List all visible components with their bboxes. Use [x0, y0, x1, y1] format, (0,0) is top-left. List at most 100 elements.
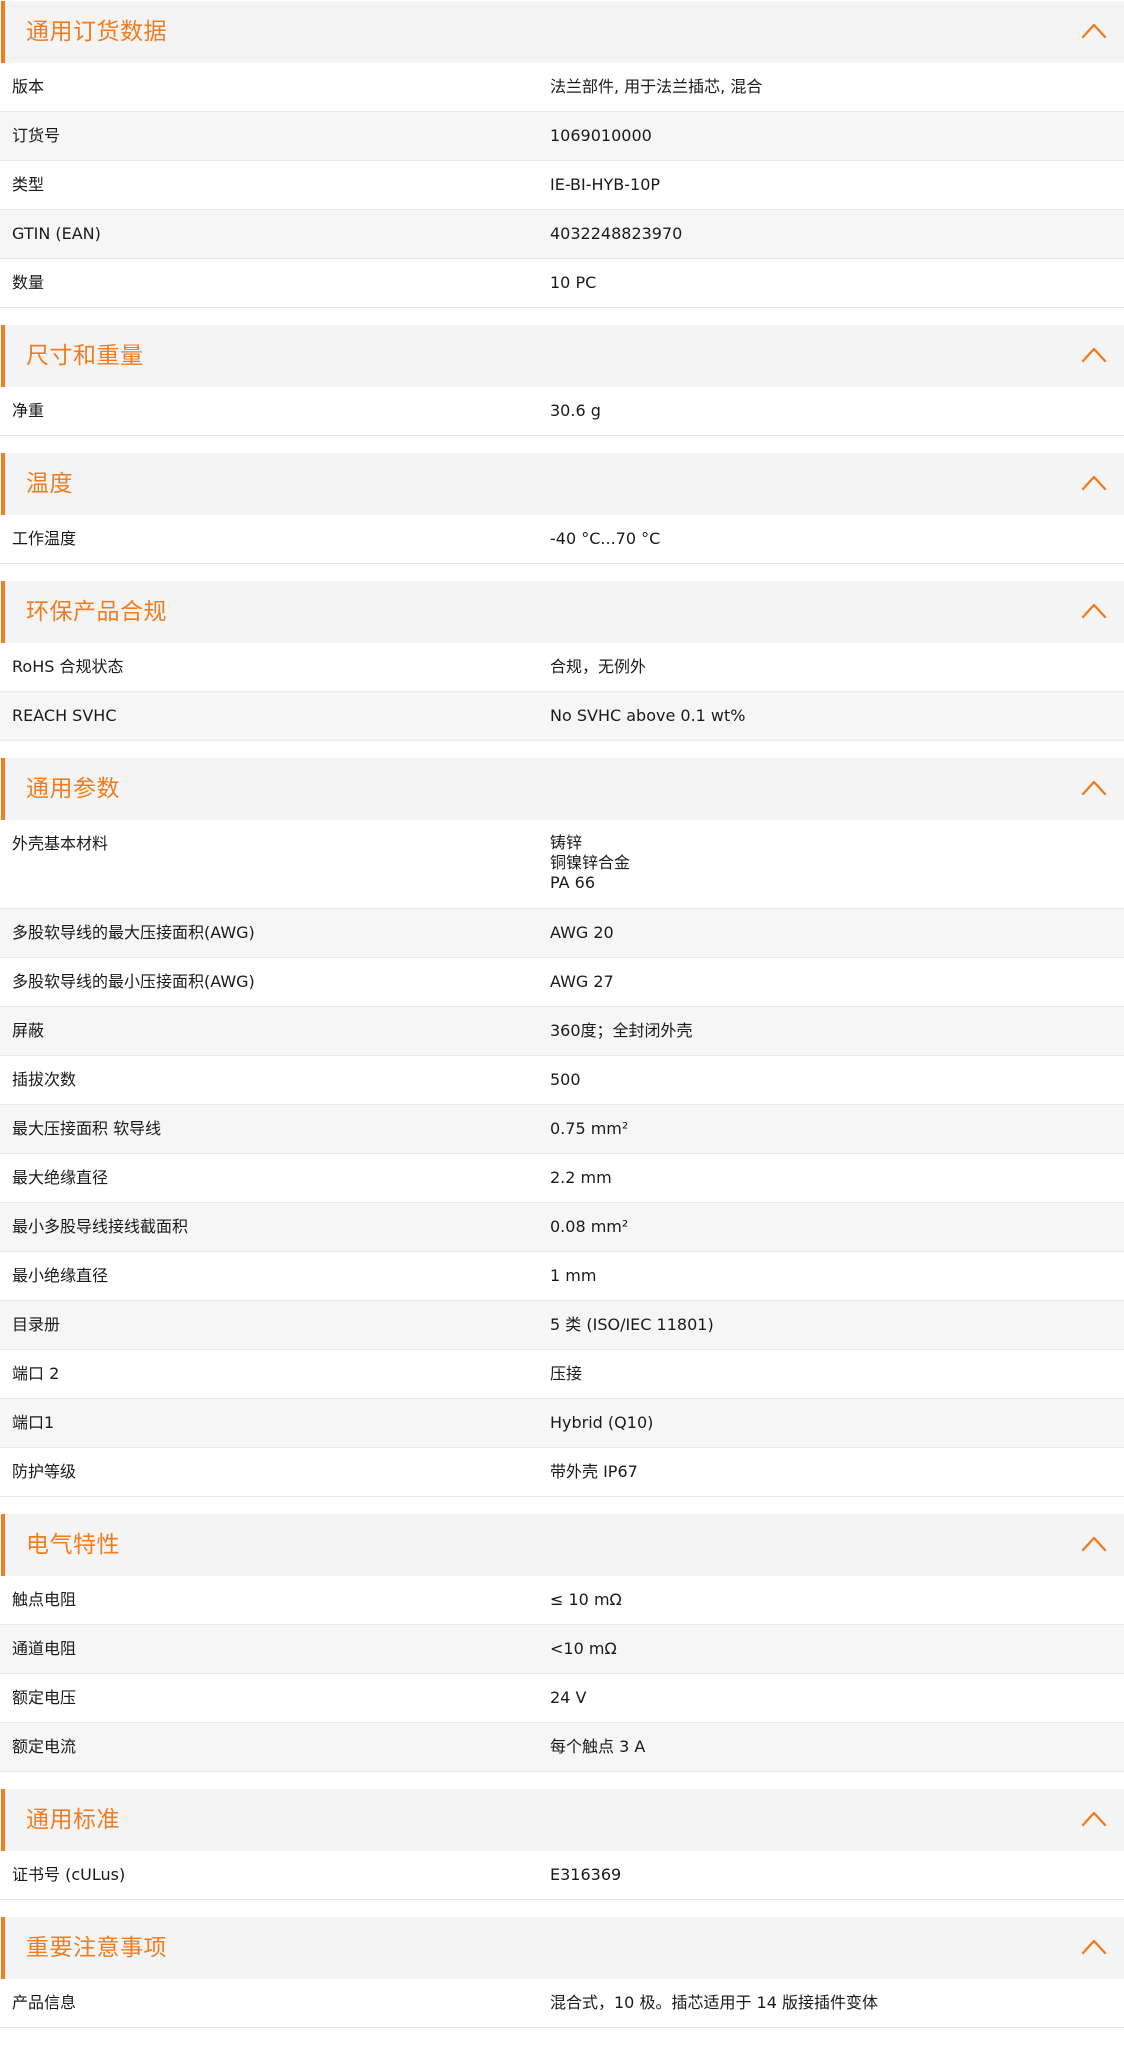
chevron-up-icon[interactable] — [1080, 19, 1108, 43]
spec-section: 温度工作温度 -40 °C...70 °C — [0, 453, 1124, 564]
spec-label: 类型 — [12, 175, 45, 194]
spec-row: 最大压接面积 软导线 0.75 mm² — [0, 1105, 1124, 1154]
section-header[interactable]: 环保产品合规 — [1, 581, 1124, 643]
spec-row: 防护等级 带外壳 IP67 — [0, 1448, 1124, 1497]
spec-section: 尺寸和重量净重 30.6 g — [0, 325, 1124, 436]
spec-row: 数量 10 PC — [0, 259, 1124, 308]
spec-label: 多股软导线的最大压接面积(AWG) — [12, 923, 255, 942]
spec-row: 最小绝缘直径 1 mm — [0, 1252, 1124, 1301]
chevron-up-icon[interactable] — [1080, 343, 1108, 367]
section-title: 尺寸和重量 — [26, 343, 144, 369]
spec-row: RoHS 合规状态 合规，无例外 — [0, 643, 1124, 692]
spec-value: <10 mΩ — [550, 1639, 617, 1658]
spec-value: 24 V — [550, 1688, 587, 1707]
spec-value: 360度；全封闭外壳 — [550, 1021, 693, 1040]
spec-value: E316369 — [550, 1865, 622, 1884]
spec-section: 重要注意事项 产品信息 混合式，10 极。插芯适用于 14 版接插件变体 — [0, 1917, 1124, 2028]
spec-section: 电气特性 触点电阻 ≤ 10 mΩ 通道电阻 <10 mΩ 额定电压 24 V 额定电流 每个触… — [0, 1514, 1124, 1772]
spec-row: 额定电流 每个触点 3 A — [0, 1723, 1124, 1772]
spec-row: REACH SVHC No SVHC above 0.1 wt% — [0, 692, 1124, 741]
section-header[interactable]: 重要注意事项 — [1, 1917, 1124, 1979]
spec-value: 5 类 (ISO/IEC 11801) — [550, 1315, 714, 1334]
spec-section: 环保产品合规 RoHS 合规状态 合规，无例外 REACH SVHC No SVHC a… — [0, 581, 1124, 741]
spec-value: 30.6 g — [550, 401, 601, 420]
spec-value: Hybrid (Q10) — [550, 1413, 654, 1432]
spec-value: 法兰部件, 用于法兰插芯, 混合 — [550, 77, 763, 96]
spec-row: 最小多股导线接线截面积 0.08 mm² — [0, 1203, 1124, 1252]
spec-label: GTIN (EAN) — [12, 224, 101, 243]
chevron-up-icon[interactable] — [1080, 1935, 1108, 1959]
spec-label: 版本 — [12, 77, 45, 96]
section-header[interactable]: 温度 — [1, 453, 1124, 515]
spec-value: -40 °C...70 °C — [550, 529, 661, 548]
spec-value: 每个触点 3 A — [550, 1737, 646, 1756]
spec-label: 净重 — [12, 401, 45, 420]
section-title: 重要注意事项 — [26, 1935, 167, 1961]
spec-label: 额定电流 — [12, 1737, 77, 1756]
spec-row: 版本 法兰部件, 用于法兰插芯, 混合 — [0, 63, 1124, 112]
spec-value: 1 mm — [550, 1266, 597, 1285]
spec-section: 通用标准 证书号 (cULus) E316369 — [0, 1789, 1124, 1900]
section-header[interactable]: 通用订货数据 — [1, 1, 1124, 63]
spec-value: 500 — [550, 1070, 581, 1089]
spec-value: IE-BI-HYB-10P — [550, 175, 661, 194]
chevron-up-icon[interactable] — [1080, 1807, 1108, 1831]
spec-value: 1069010000 — [550, 126, 652, 145]
spec-label: 最小绝缘直径 — [12, 1266, 109, 1285]
spec-row: 端口 2 压接 — [0, 1350, 1124, 1399]
spec-label: 订货号 — [12, 126, 61, 145]
spec-row: 净重 30.6 g — [0, 387, 1124, 436]
spec-row: 类型 IE-BI-HYB-10P — [0, 161, 1124, 210]
section-title: 电气特性 — [26, 1532, 120, 1558]
spec-label: RoHS 合规状态 — [12, 657, 124, 676]
section-title: 温度 — [26, 471, 73, 497]
spec-value: 合规，无例外 — [550, 657, 647, 676]
section-header[interactable]: 通用参数 — [1, 758, 1124, 820]
spec-section: 通用参数 外壳基本材料 铸锌 铜镍锌合金 PA 66 多股软导线的最大压接面积(AWG) A… — [0, 758, 1124, 1497]
spec-row: 目录册 5 类 (ISO/IEC 11801) — [0, 1301, 1124, 1350]
spec-label: 数量 — [12, 273, 45, 292]
section-header[interactable]: 尺寸和重量 — [1, 325, 1124, 387]
section-title: 环保产品合规 — [26, 599, 167, 625]
section-header[interactable]: 通用标准 — [1, 1789, 1124, 1851]
section-header[interactable]: 电气特性 — [1, 1514, 1124, 1576]
spec-label: REACH SVHC — [12, 706, 117, 725]
spec-sheet: 通用订货数据版本 法兰部件, 用于法兰插芯, 混合订货号 1069010000 类型 I… — [0, 0, 1124, 2028]
section-title: 通用订货数据 — [26, 19, 167, 45]
spec-value-line: PA 66 — [550, 873, 596, 892]
spec-label: 插拔次数 — [12, 1070, 77, 1089]
spec-value: 2.2 mm — [550, 1168, 612, 1187]
spec-row: 多股软导线的最大压接面积(AWG) AWG 20 — [0, 909, 1124, 958]
spec-section: 通用订货数据版本 法兰部件, 用于法兰插芯, 混合订货号 1069010000 类型 I… — [0, 1, 1124, 308]
spec-value: 0.75 mm² — [550, 1119, 629, 1138]
spec-label: 额定电压 — [12, 1688, 77, 1707]
chevron-up-icon[interactable] — [1080, 1532, 1108, 1556]
spec-label: 防护等级 — [12, 1462, 77, 1481]
spec-row: 触点电阻 ≤ 10 mΩ — [0, 1576, 1124, 1625]
spec-row: GTIN (EAN) 4032248823970 — [0, 210, 1124, 259]
spec-row: 多股软导线的最小压接面积(AWG) AWG 27 — [0, 958, 1124, 1007]
spec-label: 屏蔽 — [12, 1021, 45, 1040]
spec-value: ≤ 10 mΩ — [550, 1590, 622, 1609]
spec-row: 证书号 (cULus) E316369 — [0, 1851, 1124, 1900]
spec-value-line: 铸锌 — [550, 833, 583, 852]
spec-value: 4032248823970 — [550, 224, 683, 243]
spec-label: 产品信息 — [12, 1993, 77, 2012]
spec-label: 端口1 — [12, 1413, 55, 1432]
spec-row: 屏蔽 360度；全封闭外壳 — [0, 1007, 1124, 1056]
spec-row: 插拔次数 500 — [0, 1056, 1124, 1105]
spec-label: 端口 2 — [12, 1364, 60, 1383]
chevron-up-icon[interactable] — [1080, 776, 1108, 800]
spec-value-line: 铜镍锌合金 — [550, 853, 631, 872]
spec-row: 最大绝缘直径 2.2 mm — [0, 1154, 1124, 1203]
chevron-up-icon[interactable] — [1080, 599, 1108, 623]
spec-value: 带外壳 IP67 — [550, 1462, 638, 1481]
spec-value: AWG 20 — [550, 923, 614, 942]
section-title: 通用参数 — [26, 776, 120, 802]
spec-row: 额定电压 24 V — [0, 1674, 1124, 1723]
spec-row: 工作温度 -40 °C...70 °C — [0, 515, 1124, 564]
spec-value: AWG 27 — [550, 972, 614, 991]
spec-value: 0.08 mm² — [550, 1217, 629, 1236]
chevron-up-icon[interactable] — [1080, 471, 1108, 495]
spec-label: 最大绝缘直径 — [12, 1168, 109, 1187]
